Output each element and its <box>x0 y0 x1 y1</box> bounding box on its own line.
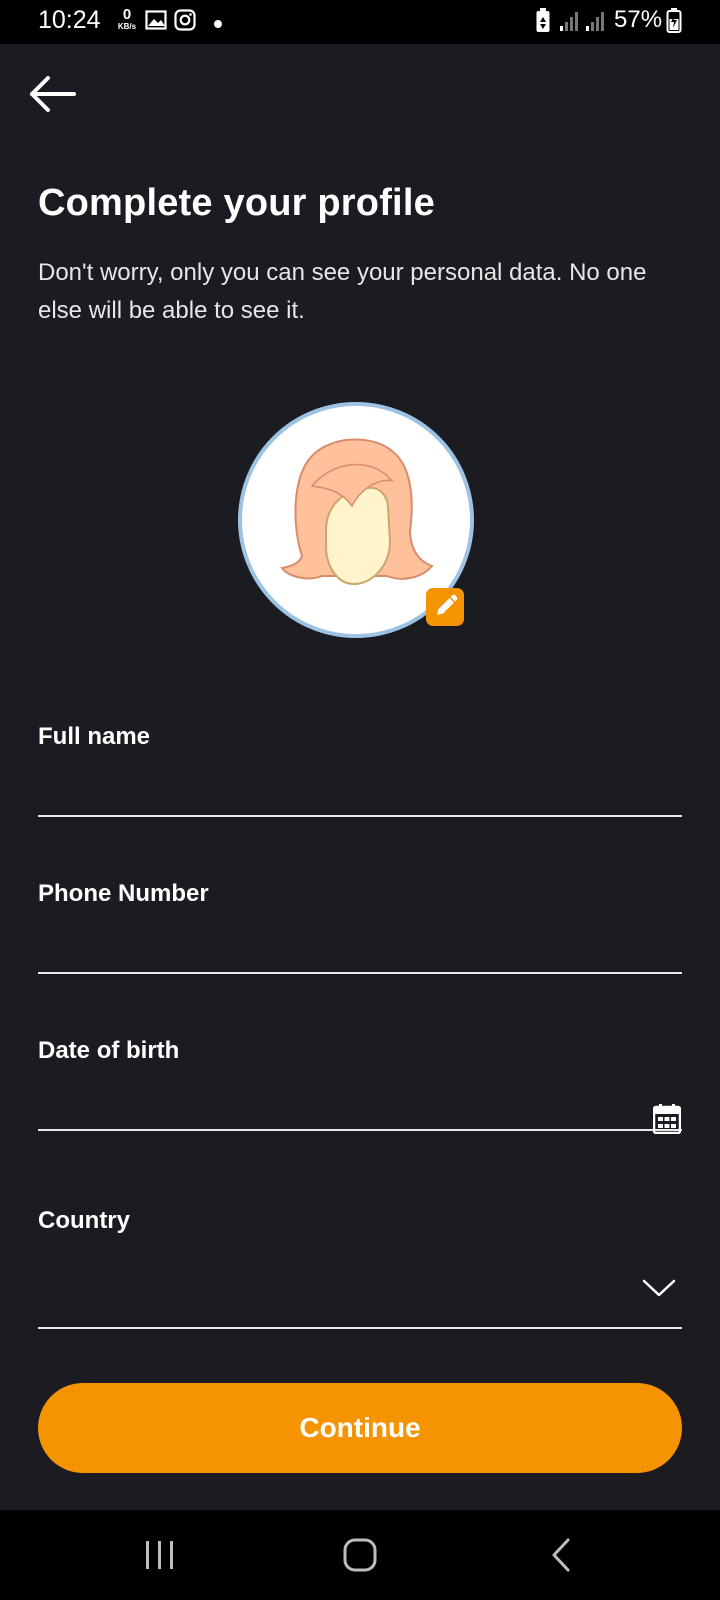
date-of-birth-label: Date of birth <box>38 1037 180 1064</box>
phone-number-input[interactable] <box>38 928 682 974</box>
page-subtitle: Don't worry, only you can see your perso… <box>38 259 647 325</box>
recent-apps-icon <box>130 1541 190 1582</box>
status-bar: 10:24 0 KB/s 57% <box>0 0 720 44</box>
phone-number-label: Phone Number <box>38 880 209 907</box>
full-name-field: Full name <box>38 723 682 843</box>
edit-avatar-button[interactable] <box>426 588 464 626</box>
data-rate-unit: KB/s <box>117 22 137 31</box>
recent-apps-button[interactable] <box>130 1532 190 1578</box>
home-icon <box>330 1538 390 1582</box>
calendar-icon[interactable] <box>652 1104 682 1139</box>
country-label: Country <box>38 1207 130 1234</box>
data-rate-indicator: 0 KB/s <box>115 7 139 31</box>
continue-button[interactable]: Continue <box>38 1383 682 1473</box>
signal-icon <box>586 11 608 36</box>
notification-dot-icon <box>214 15 222 33</box>
battery-percent: 57% <box>614 6 663 33</box>
nav-back-button[interactable] <box>532 1532 592 1578</box>
country-field: Country <box>38 1207 682 1332</box>
back-icon <box>532 1538 592 1582</box>
arrow-left-icon <box>26 76 78 120</box>
system-nav-bar <box>0 1510 720 1600</box>
back-button[interactable] <box>26 72 78 116</box>
instagram-icon <box>174 9 196 36</box>
date-of-birth-input[interactable] <box>38 1085 682 1131</box>
battery-icon <box>666 8 682 39</box>
status-time: 10:24 <box>38 6 101 34</box>
home-button[interactable] <box>330 1532 390 1578</box>
battery-saver-icon <box>535 8 551 39</box>
page-title: Complete your profile <box>38 182 435 224</box>
phone-number-field: Phone Number <box>38 880 682 1000</box>
chevron-down-icon[interactable] <box>642 1278 676 1303</box>
country-select[interactable] <box>38 1259 682 1329</box>
date-of-birth-field: Date of birth <box>38 1037 682 1157</box>
full-name-input[interactable] <box>38 771 682 817</box>
full-name-label: Full name <box>38 723 151 750</box>
pencil-icon <box>426 594 464 630</box>
data-rate-value: 0 <box>122 6 132 23</box>
signal-icon <box>560 11 582 36</box>
gallery-icon <box>145 9 167 36</box>
avatar-section <box>238 402 484 648</box>
